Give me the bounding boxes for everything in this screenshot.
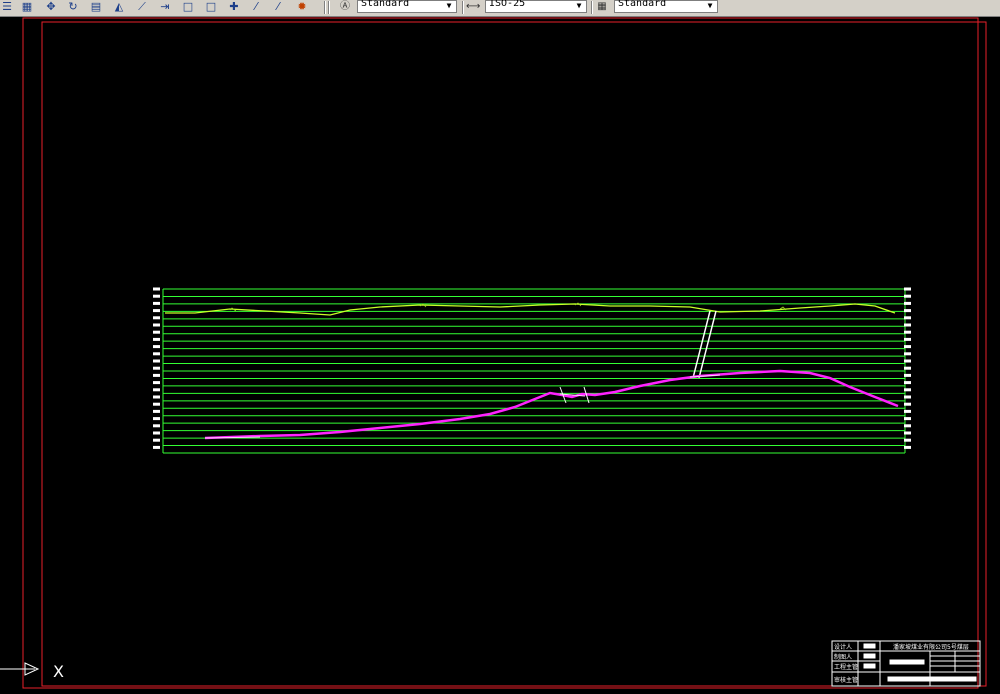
scale-tick	[904, 323, 911, 327]
dimension-style-value: ISO-25	[489, 0, 526, 9]
toolbar: ☰ ▦ ✥ ↻ ▤ ◭ ⟋ ⇥ □ □ ✚ ⁄ ⁄ ✹ Ⓐ Standard ▼…	[0, 0, 1000, 17]
scale-tick	[153, 316, 160, 320]
scale-tick	[904, 309, 911, 313]
scale-tick	[904, 330, 911, 334]
scale-tick	[904, 345, 911, 349]
scale-tick	[153, 309, 160, 313]
title-block-row: 设计人	[834, 643, 852, 651]
scale-tick	[904, 395, 911, 399]
scale-tick	[904, 438, 911, 442]
outer-frame	[22, 17, 979, 689]
scale-tick	[904, 417, 911, 421]
pencil-icon[interactable]: ⁄	[250, 1, 262, 13]
inner-frame	[41, 21, 987, 687]
scale-tick	[153, 438, 160, 442]
scale-tick	[153, 337, 160, 341]
trim-icon[interactable]: ⟋	[136, 1, 148, 13]
scale-tick	[153, 381, 160, 385]
scale-tick	[153, 431, 160, 435]
scale-tick	[153, 359, 160, 363]
text-style-icon[interactable]: Ⓐ	[338, 0, 352, 13]
right-scale-ticks	[904, 287, 911, 449]
scale-tick	[153, 345, 160, 349]
scale-tick	[153, 301, 160, 305]
scale-tick	[153, 424, 160, 428]
scale-tick	[904, 409, 911, 413]
dimension-style-icon[interactable]: ⟷	[466, 0, 480, 13]
scale-tick	[904, 294, 911, 298]
text-style-value: Standard	[361, 0, 410, 9]
rect-icon[interactable]: □	[182, 1, 194, 13]
title-block-row: 审核主管	[834, 676, 858, 684]
scale-tick	[904, 388, 911, 392]
toolbar-separator	[462, 1, 464, 14]
scale-tick	[153, 402, 160, 406]
scale-tick	[153, 417, 160, 421]
text-style-dropdown[interactable]: Standard ▼	[357, 0, 457, 13]
scale-tick	[904, 402, 911, 406]
pan-icon[interactable]: ✥	[45, 1, 57, 13]
toolbar-separator	[328, 1, 330, 14]
drawing-svg: X 潘家坡煤业有限公司5号煤层 设计人 制图人 工程主管 审核主管	[0, 17, 987, 689]
drawing-canvas[interactable]: X 潘家坡煤业有限公司5号煤层 设计人 制图人 工程主管 审核主管	[0, 16, 1000, 690]
scale-tick	[153, 352, 160, 356]
properties-icon[interactable]: ✹	[296, 1, 308, 13]
rect2-icon[interactable]: □	[205, 1, 217, 13]
scale-tick	[904, 445, 911, 449]
scale-tick	[153, 330, 160, 334]
coal-seam-profile	[204, 369, 899, 440]
toolbar-separator	[324, 1, 326, 14]
scale-tick	[904, 373, 911, 377]
block-icon[interactable]: ▤	[90, 1, 102, 13]
scale-tick	[904, 381, 911, 385]
title-block-row: 工程主管	[834, 663, 858, 671]
explode-icon[interactable]: ✚	[228, 1, 240, 13]
scale-tick	[153, 323, 160, 327]
scale-tick	[904, 316, 911, 320]
chevron-down-icon: ▼	[446, 1, 452, 10]
table-style-dropdown[interactable]: Standard ▼	[614, 0, 718, 13]
scale-tick	[153, 294, 160, 298]
scale-tick	[904, 337, 911, 341]
extend-icon[interactable]: ⇥	[159, 1, 171, 13]
scale-tick	[153, 445, 160, 449]
ucs-icon	[0, 662, 40, 676]
scale-tick	[904, 352, 911, 356]
chevron-down-icon: ▼	[576, 1, 582, 10]
scale-tick	[153, 287, 160, 291]
align-icon[interactable]: ☰	[1, 1, 13, 13]
scale-tick	[904, 424, 911, 428]
scale-tick	[153, 388, 160, 392]
title-block-row: 制图人	[834, 653, 852, 661]
dimension-style-dropdown[interactable]: ISO-25 ▼	[485, 0, 587, 13]
scale-tick	[904, 359, 911, 363]
mirror-icon[interactable]: ◭	[113, 1, 125, 13]
scale-tick	[904, 301, 911, 305]
table-style-value: Standard	[618, 0, 667, 9]
scale-tick	[153, 409, 160, 413]
scale-tick	[904, 431, 911, 435]
pencil2-icon[interactable]: ⁄	[272, 1, 284, 13]
grid-icon[interactable]: ▦	[21, 1, 33, 13]
scale-tick	[153, 395, 160, 399]
table-style-icon[interactable]: ▦	[595, 0, 609, 13]
rotate-icon[interactable]: ↻	[67, 1, 79, 13]
chevron-down-icon: ▼	[707, 1, 713, 10]
scale-tick	[904, 366, 911, 370]
scale-tick	[904, 287, 911, 291]
toolbar-separator	[591, 1, 593, 14]
left-scale-ticks	[153, 287, 160, 449]
scale-tick	[153, 373, 160, 377]
ucs-x-label: X	[53, 662, 64, 681]
title-block-header: 潘家坡煤业有限公司5号煤层	[893, 643, 969, 651]
scale-tick	[153, 366, 160, 370]
